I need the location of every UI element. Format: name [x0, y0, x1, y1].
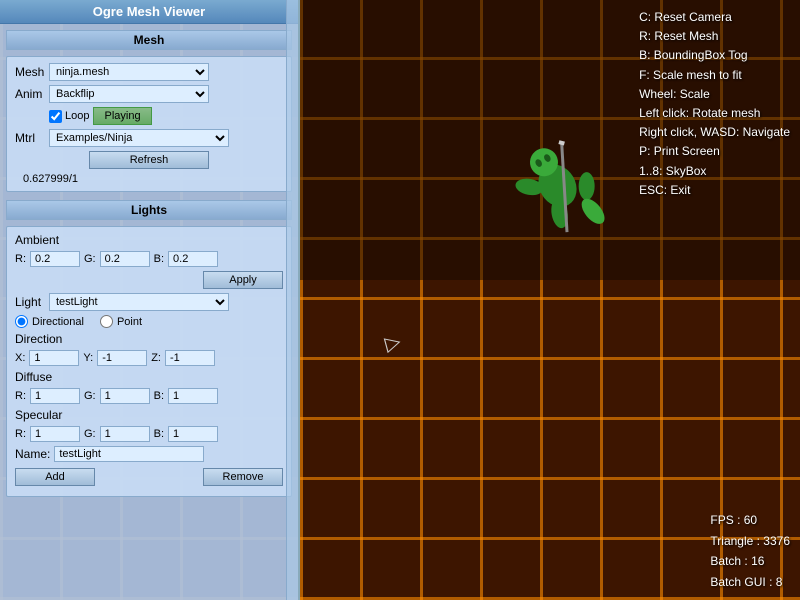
- name-label: Name:: [15, 447, 50, 461]
- diffuse-label: Diffuse: [15, 370, 52, 384]
- apply-button[interactable]: Apply: [203, 271, 283, 289]
- spec-g-label: G:: [84, 428, 96, 440]
- hud-controls: C: Reset Camera R: Reset Mesh B: Boundin…: [639, 8, 790, 200]
- diff-g-label: G:: [84, 390, 96, 402]
- anim-label: Anim: [15, 87, 45, 101]
- character-3d: [500, 130, 620, 250]
- point-radio[interactable]: [100, 315, 113, 328]
- spec-g-input[interactable]: [100, 426, 150, 442]
- mesh-section: Mesh ninja.mesh Anim Backflip Loop Playi…: [6, 56, 292, 192]
- specular-label: Specular: [15, 408, 62, 422]
- loop-checkbox-label[interactable]: Loop: [49, 110, 89, 123]
- spec-b-input[interactable]: [168, 426, 218, 442]
- ambient-b-label: B:: [154, 253, 164, 265]
- diff-r-input[interactable]: [30, 388, 80, 404]
- scrollbar[interactable]: [286, 0, 298, 600]
- direction-label: Direction: [15, 332, 62, 346]
- spec-b-label: B:: [154, 428, 164, 440]
- playing-button[interactable]: Playing: [93, 107, 151, 125]
- panel-title: Ogre Mesh Viewer: [0, 0, 298, 24]
- dir-x-input[interactable]: [29, 350, 79, 366]
- apply-row: Apply: [15, 271, 283, 289]
- dir-z-input[interactable]: [165, 350, 215, 366]
- directional-radio[interactable]: [15, 315, 28, 328]
- diff-b-input[interactable]: [168, 388, 218, 404]
- light-label: Light: [15, 295, 45, 309]
- lights-section-title: Lights: [6, 200, 292, 220]
- diff-b-label: B:: [154, 390, 164, 402]
- ambient-r-input[interactable]: [30, 251, 80, 267]
- anim-row: Anim Backflip: [15, 85, 283, 103]
- specular-rgb-row: R: G: B:: [15, 426, 283, 442]
- control-panel: Ogre Mesh Viewer Mesh Mesh ninja.mesh An…: [0, 0, 300, 600]
- light-select[interactable]: testLight: [49, 293, 229, 311]
- mesh-row: Mesh ninja.mesh: [15, 63, 283, 81]
- hud-stats: FPS : 60 Triangle : 3376 Batch : 16 Batc…: [710, 510, 790, 592]
- diff-r-label: R:: [15, 390, 26, 402]
- dir-y-label: Y:: [83, 352, 93, 364]
- ambient-b-input[interactable]: [168, 251, 218, 267]
- name-input[interactable]: [54, 446, 204, 462]
- direction-label-row: Direction: [15, 332, 283, 346]
- ambient-g-input[interactable]: [100, 251, 150, 267]
- direction-xyz-row: X: Y: Z:: [15, 350, 283, 366]
- anim-select[interactable]: Backflip: [49, 85, 209, 103]
- loop-label: Loop: [65, 110, 89, 122]
- remove-button[interactable]: Remove: [203, 468, 283, 486]
- mtrl-select[interactable]: Examples/Ninja: [49, 129, 229, 147]
- ambient-r-label: R:: [15, 253, 26, 265]
- dir-x-label: X:: [15, 352, 25, 364]
- point-label: Point: [117, 316, 142, 328]
- dir-y-input[interactable]: [97, 350, 147, 366]
- refresh-button[interactable]: Refresh: [89, 151, 209, 169]
- directional-radio-label[interactable]: Directional: [15, 315, 84, 328]
- diff-g-input[interactable]: [100, 388, 150, 404]
- spec-r-input[interactable]: [30, 426, 80, 442]
- diffuse-rgb-row: R: G: B:: [15, 388, 283, 404]
- add-remove-row: Add Remove: [15, 468, 283, 486]
- dir-z-label: Z:: [151, 352, 161, 364]
- progress-text: 0.627999/1: [15, 173, 283, 185]
- ambient-label-row: Ambient: [15, 233, 283, 247]
- lights-section: Ambient R: G: B: Apply Light testLight: [6, 226, 292, 497]
- ambient-g-label: G:: [84, 253, 96, 265]
- mesh-section-title: Mesh: [6, 30, 292, 50]
- spec-r-label: R:: [15, 428, 26, 440]
- ambient-label: Ambient: [15, 233, 59, 247]
- loop-checkbox[interactable]: [49, 110, 62, 123]
- directional-label: Directional: [32, 316, 84, 328]
- diffuse-label-row: Diffuse: [15, 370, 283, 384]
- add-button[interactable]: Add: [15, 468, 95, 486]
- specular-label-row: Specular: [15, 408, 283, 422]
- mesh-label: Mesh: [15, 65, 45, 79]
- mesh-select[interactable]: ninja.mesh: [49, 63, 209, 81]
- loop-playing-row: Loop Playing: [15, 107, 283, 125]
- mtrl-row: Mtrl Examples/Ninja: [15, 129, 283, 147]
- mtrl-label: Mtrl: [15, 131, 45, 145]
- ambient-rgb-row: R: G: B:: [15, 251, 283, 267]
- refresh-row: Refresh: [15, 151, 283, 169]
- name-row: Name:: [15, 446, 283, 462]
- light-select-row: Light testLight: [15, 293, 283, 311]
- point-radio-label[interactable]: Point: [100, 315, 142, 328]
- light-type-row: Directional Point: [15, 315, 283, 328]
